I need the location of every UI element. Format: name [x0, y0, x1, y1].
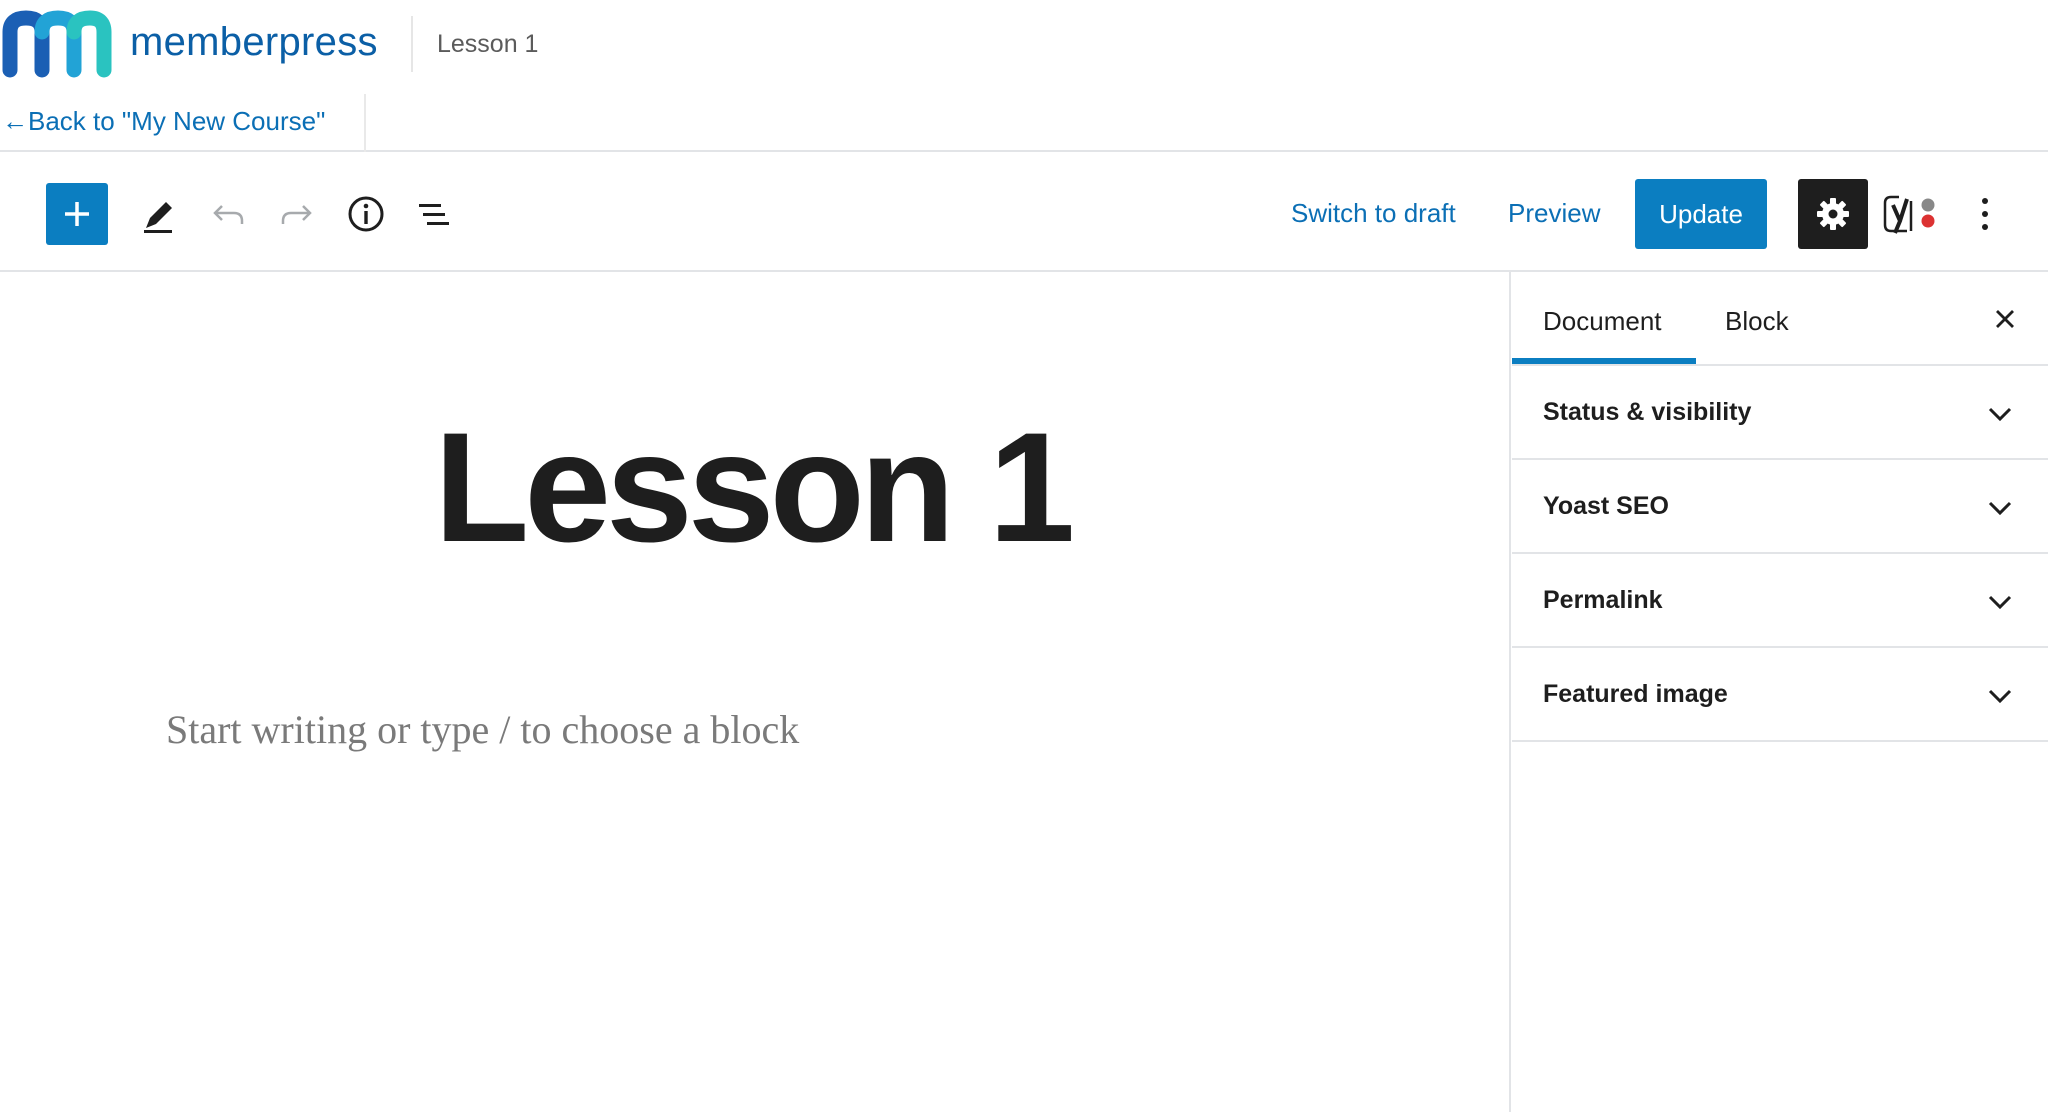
back-row: ←Back to "My New Course"	[0, 90, 2048, 152]
switch-to-draft-button[interactable]: Switch to draft	[1291, 198, 1456, 229]
redo-icon	[281, 205, 312, 224]
editor-canvas: Lesson 1 Start writing or type / to choo…	[0, 272, 1511, 1112]
post-title[interactable]: Lesson 1	[434, 410, 1075, 566]
chevron-down-icon	[1988, 407, 2012, 422]
redo-button[interactable]	[274, 191, 320, 237]
more-vertical-icon	[1982, 198, 1988, 230]
yoast-button[interactable]	[1880, 183, 1942, 245]
plus-icon	[65, 202, 89, 226]
list-view-button[interactable]	[412, 191, 458, 237]
undo-button[interactable]	[205, 191, 251, 237]
tools-button[interactable]	[135, 191, 181, 237]
update-button[interactable]: Update	[1635, 179, 1767, 249]
more-options-button[interactable]	[1960, 183, 2010, 245]
pencil-icon	[144, 202, 172, 233]
header-page-title: Lesson 1	[437, 30, 539, 58]
preview-button[interactable]: Preview	[1508, 198, 1600, 229]
sidebar-tabs: Document Block	[1512, 272, 2048, 366]
chevron-down-icon	[1988, 501, 2012, 516]
close-sidebar-button[interactable]	[1980, 294, 2030, 344]
tab-document[interactable]: Document	[1543, 306, 1662, 337]
yoast-icon	[1883, 195, 1935, 234]
tab-block[interactable]: Block	[1725, 306, 1789, 337]
undo-icon	[213, 205, 244, 224]
header-divider	[411, 16, 413, 72]
panel-label: Status & visibility	[1543, 398, 1752, 426]
settings-button[interactable]	[1798, 179, 1868, 249]
panel-permalink[interactable]: Permalink	[1512, 554, 2048, 648]
panel-status-visibility[interactable]: Status & visibility	[1512, 366, 2048, 460]
panel-featured-image[interactable]: Featured image	[1512, 648, 2048, 742]
panel-label: Yoast SEO	[1543, 492, 1669, 520]
info-icon	[348, 196, 384, 232]
memberpress-wordmark: memberpress	[130, 20, 378, 64]
back-row-divider	[364, 94, 366, 152]
content-info-button[interactable]	[343, 191, 389, 237]
active-tab-indicator	[1512, 358, 1696, 364]
list-view-icon	[419, 204, 449, 225]
chevron-down-icon	[1988, 689, 2012, 704]
add-block-button[interactable]	[46, 183, 108, 245]
close-icon	[1996, 310, 2014, 328]
block-appender-placeholder[interactable]: Start writing or type / to choose a bloc…	[166, 706, 799, 753]
memberpress-logo-icon	[2, 10, 112, 78]
chevron-down-icon	[1988, 595, 2012, 610]
panel-label: Featured image	[1543, 680, 1728, 708]
back-to-course-link[interactable]: ←Back to "My New Course"	[2, 106, 325, 137]
editor-toolbar: Switch to draft Preview Update	[0, 152, 2048, 272]
memberpress-header: memberpress Lesson 1	[0, 0, 2048, 90]
panel-label: Permalink	[1543, 586, 1663, 614]
panel-yoast-seo[interactable]: Yoast SEO	[1512, 460, 2048, 554]
gear-icon	[1817, 198, 1849, 230]
settings-sidebar: Document Block Status & visibility Yoast…	[1512, 272, 2048, 1112]
